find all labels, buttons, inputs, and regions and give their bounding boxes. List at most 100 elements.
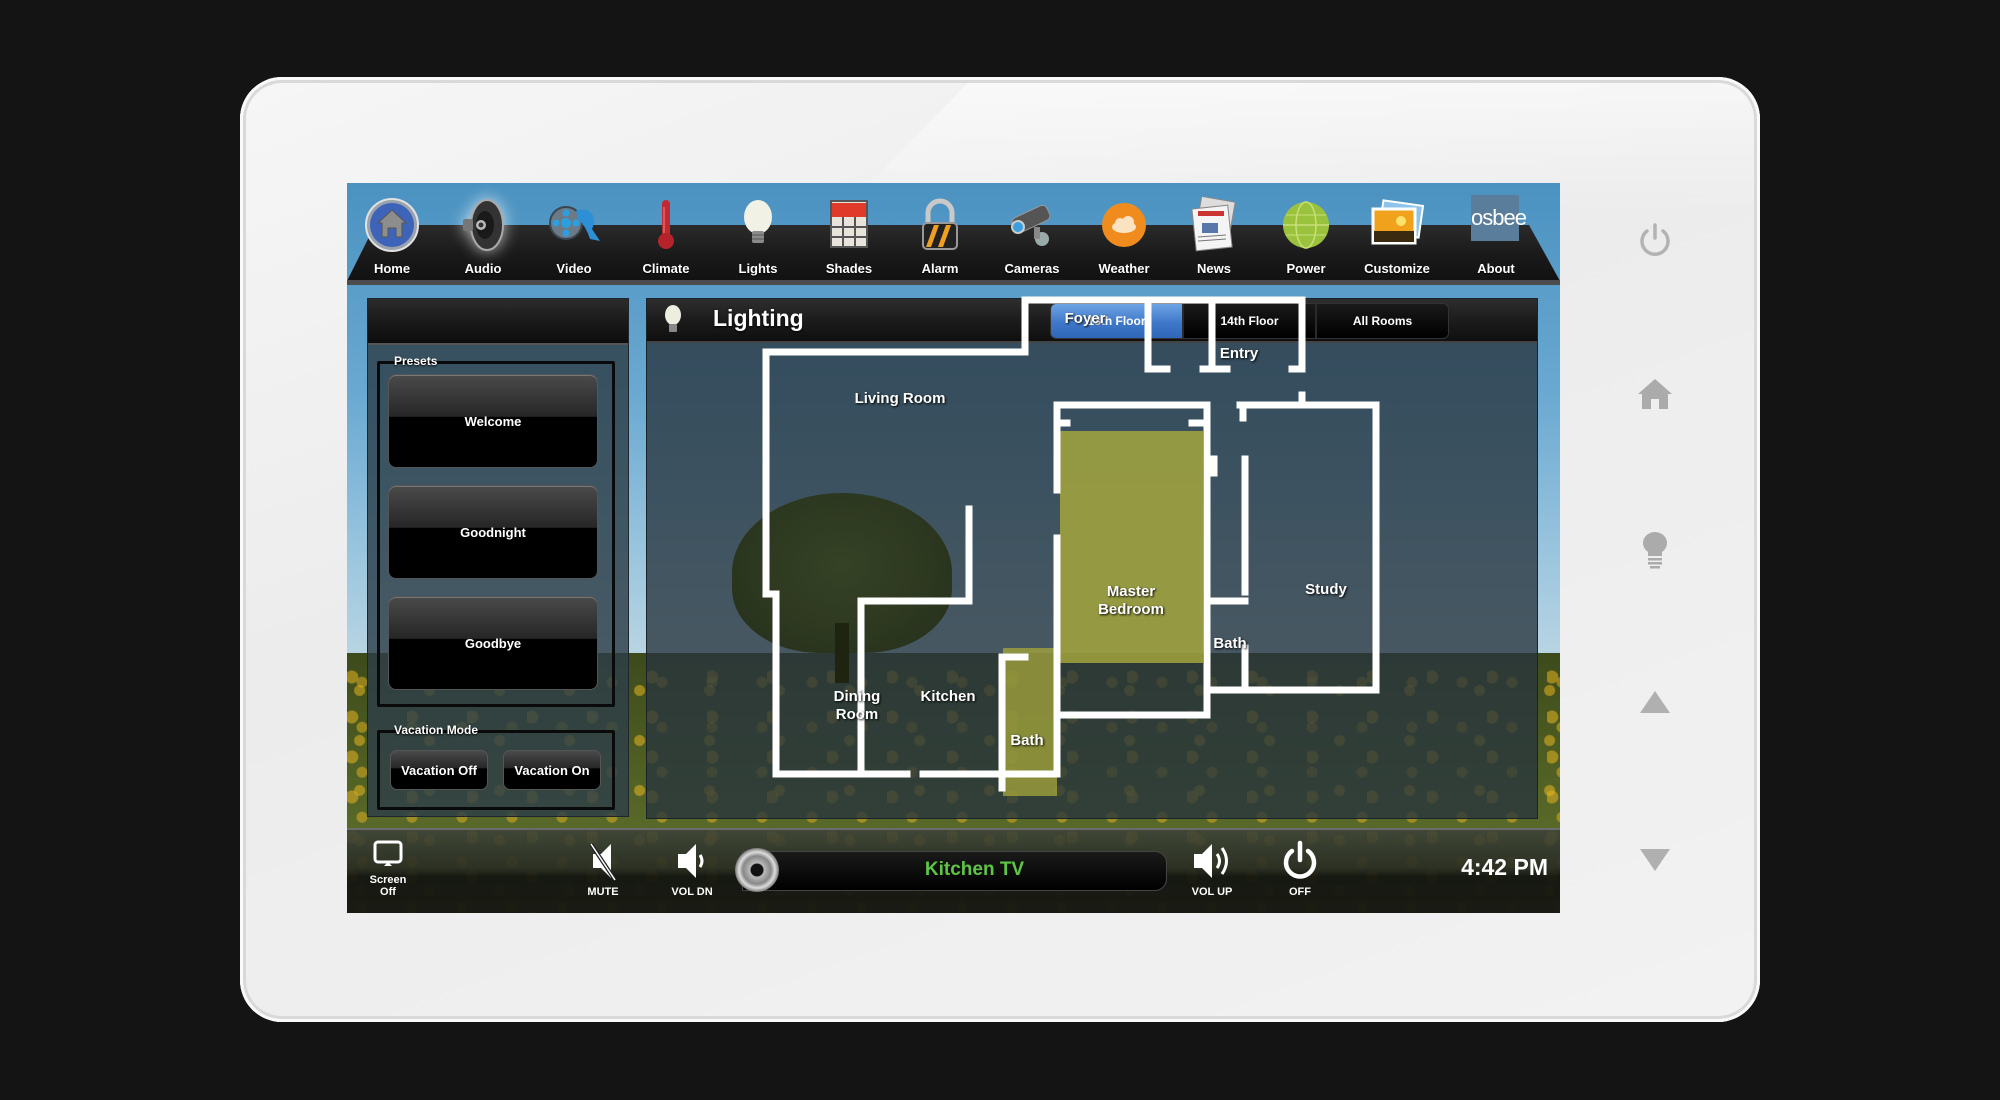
room-master-bedroom[interactable] (1060, 431, 1203, 663)
power-off-label: OFF (1289, 886, 1311, 898)
vacation-off-button[interactable]: Vacation Off (390, 750, 488, 790)
sun-cloud-icon (1102, 203, 1146, 247)
nav-bar-edge (347, 280, 1560, 285)
hw-power-button[interactable] (1632, 217, 1678, 263)
power-icon (1640, 223, 1670, 256)
touchscreen: Home Audio Video Climate Lights Shades A… (347, 183, 1560, 913)
hw-down-button[interactable] (1632, 836, 1678, 882)
room-study[interactable] (1249, 409, 1372, 687)
room-label-foyer: Foyer (1064, 310, 1106, 327)
volume-down-button[interactable]: VOL DN (662, 840, 722, 898)
screen-off-label: Screen Off (358, 874, 418, 898)
preset-goodbye-button[interactable]: Goodbye (388, 596, 598, 690)
nav-label: Weather (1098, 261, 1150, 276)
hw-lights-button[interactable] (1632, 527, 1678, 573)
nav-item-climate[interactable]: Climate (626, 193, 706, 276)
source-display: Kitchen TV (735, 848, 1167, 892)
nav-item-news[interactable]: News (1174, 193, 1254, 276)
clock: 4:42 PM (1461, 854, 1548, 880)
nav-label: Video (556, 261, 592, 276)
room-bath-small[interactable] (1004, 650, 1056, 796)
power-icon (1283, 840, 1317, 879)
room-label-master-line2: Bedroom (1098, 601, 1164, 618)
power-off-button[interactable]: OFF (1270, 840, 1330, 898)
nav-item-video[interactable]: Video (534, 193, 614, 276)
source-name: Kitchen TV (924, 859, 1025, 880)
nav-label: Lights (738, 261, 778, 276)
preset-welcome-button[interactable]: Welcome (388, 374, 598, 468)
room-label-master-bedroom: Master Bedroom (1098, 583, 1164, 619)
nav-item-power[interactable]: Power (1266, 193, 1346, 276)
nav-item-about[interactable]: osbee About (1456, 193, 1536, 276)
nav-item-shades[interactable]: Shades (809, 193, 889, 276)
room-label-bath-small: Bath (1010, 732, 1044, 749)
nav-label: Alarm (921, 261, 959, 276)
vacation-mode-group: Vacation Mode Vacation Off Vacation On (377, 723, 615, 810)
osbee-logo: osbee (1471, 195, 1527, 241)
lightbulb-icon (665, 305, 681, 332)
source-knob[interactable] (735, 848, 779, 892)
photo-icon (1371, 199, 1425, 245)
film-reel-icon (549, 206, 600, 241)
screen-off-button[interactable]: Screen Off (358, 840, 418, 898)
lightbulb-icon (744, 200, 772, 243)
nav-item-weather[interactable]: Weather (1084, 193, 1164, 276)
room-dining-room[interactable] (772, 598, 857, 773)
speaker-icon (463, 199, 504, 251)
nav-label: Home (373, 261, 411, 276)
nav-item-lights[interactable]: Lights (718, 193, 798, 276)
nav-item-home[interactable]: Home (352, 193, 432, 276)
mute-icon (589, 842, 617, 882)
newspaper-icon (1191, 197, 1236, 252)
hw-up-button[interactable] (1632, 680, 1678, 726)
lightbulb-icon (1643, 532, 1667, 569)
home-icon (1638, 379, 1672, 409)
window-shade-icon (830, 200, 868, 248)
room-label-study: Study (1305, 581, 1347, 598)
nav-label: Power (1286, 261, 1326, 276)
screen-off-line1: Screen (369, 874, 407, 886)
room-label-entry: Entry (1219, 345, 1259, 362)
volume-down-label: VOL DN (671, 886, 713, 898)
security-camera-icon (1011, 204, 1051, 246)
panel-header (368, 299, 628, 345)
mute-button[interactable]: MUTE (573, 840, 633, 898)
bottom-control-bar: Screen Off MUTE VOL DN Kitchen TV VOL UP… (347, 828, 1560, 913)
room-label-kitchen: Kitchen (920, 688, 976, 705)
volume-up-icon (1194, 844, 1228, 878)
nav-item-cameras[interactable]: Cameras (992, 193, 1072, 276)
volume-up-button[interactable]: VOL UP (1182, 840, 1242, 898)
volume-down-icon (678, 844, 704, 878)
room-label-master-line1: Master (1106, 583, 1156, 600)
nav-item-alarm[interactable]: Alarm (900, 193, 980, 276)
vacation-on-button[interactable]: Vacation On (503, 750, 601, 790)
padlock-icon (922, 198, 958, 250)
vacation-mode-title: Vacation Mode (394, 723, 479, 737)
room-label-living-room: Living Room (854, 390, 946, 407)
home-icon (365, 198, 419, 252)
nav-label: Cameras (1004, 261, 1060, 276)
nav-label: News (1197, 261, 1231, 276)
arrow-up-icon (1640, 691, 1670, 713)
globe-icon (1283, 201, 1329, 249)
hw-home-button[interactable] (1632, 372, 1678, 418)
nav-item-customize[interactable]: Customize (1357, 193, 1437, 276)
tab-all-rooms[interactable]: All Rooms (1317, 304, 1448, 338)
nav-label: Audio (464, 261, 502, 276)
nav-label: About (1477, 261, 1515, 276)
monitor-icon (373, 840, 403, 866)
room-label-bath-right: Bath (1213, 635, 1247, 652)
presets-panel: Presets Welcome Goodnight Goodbye Vacati… (367, 298, 629, 817)
presets-title: Presets (394, 354, 438, 368)
nav-label: Shades (825, 261, 873, 276)
volume-up-label: VOL UP (1191, 886, 1233, 898)
arrow-down-icon (1640, 849, 1670, 871)
mute-label: MUTE (587, 886, 619, 898)
top-nav-bar: Home Audio Video Climate Lights Shades A… (347, 183, 1560, 293)
presets-group: Presets Welcome Goodnight Goodbye (377, 354, 615, 707)
preset-goodnight-button[interactable]: Goodnight (388, 485, 598, 579)
screen-off-line2: Off (380, 886, 396, 898)
nav-label: Customize (1364, 261, 1430, 276)
nav-item-audio[interactable]: Audio (443, 193, 523, 276)
thermometer-icon (658, 200, 674, 249)
